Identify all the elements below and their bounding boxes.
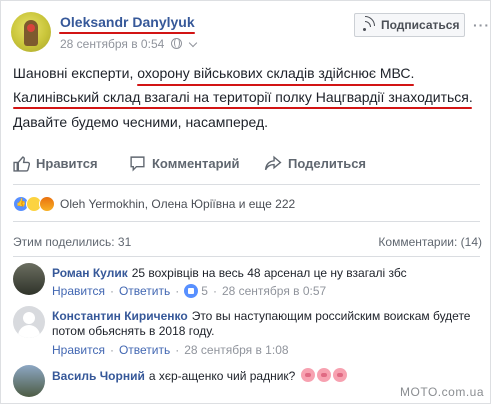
comment-text: Роман Кулик 25 вохрівців на весь 48 арсен…	[52, 266, 407, 280]
author-underline-annotation	[59, 32, 195, 34]
chevron-down-icon[interactable]	[188, 38, 198, 48]
more-options-icon[interactable]: ···	[473, 17, 490, 33]
post-text-line-1: Шановні експерти, охорону військових скл…	[13, 65, 415, 81]
comment-author[interactable]: Константин Кириченко	[52, 309, 188, 323]
comment-text: Василь Чорний а хєр-ащенко чий радник?	[52, 368, 347, 383]
comment-body: а хєр-ащенко чий радник?	[148, 369, 296, 383]
comment-text: Константин Кириченко Это вы наступающим р…	[52, 309, 470, 323]
text-underline-annotation-1	[137, 84, 414, 86]
pig-emoji-icon	[332, 368, 347, 382]
comment-time[interactable]: 28 сентября в 1:08	[184, 343, 288, 357]
reaction-names[interactable]: Oleh Yermokhin, Олена Юріївна и еще 222	[60, 197, 295, 211]
pig-emoji-icon	[316, 368, 331, 382]
comment-icon	[130, 156, 145, 172]
text-underline-annotation-2	[13, 107, 472, 109]
comment-time[interactable]: 28 сентября в 0:57	[222, 284, 326, 298]
author-avatar[interactable]	[11, 12, 51, 52]
comment-meta: Нравится · Ответить · 5 · 28 сентября в 0:5…	[52, 284, 327, 298]
pig-emoji-icon	[300, 368, 315, 382]
rss-icon	[363, 16, 375, 31]
comment-like-count[interactable]: 5	[201, 284, 208, 298]
comment-author[interactable]: Василь Чорний	[52, 369, 145, 383]
divider	[13, 256, 480, 257]
comment-meta: Нравится · Ответить · 28 сентября в 1:08	[52, 343, 289, 357]
subscribe-label: Подписаться	[381, 18, 460, 32]
comment-label: Комментарий	[152, 156, 240, 171]
author-name[interactable]: Oleksandr Danylyuk	[60, 14, 195, 30]
like-count-icon	[184, 284, 199, 298]
post-timestamp[interactable]: 28 сентября в 0:54	[60, 37, 198, 51]
globe-icon	[170, 38, 182, 49]
comment-body: Это вы наступающим российским воискам бу…	[191, 309, 471, 323]
post-text-line-2: Калинівський склад взагалі на території …	[13, 89, 473, 105]
post-card: Oleksandr Danylyuk 28 сентября в 0:54 По…	[0, 0, 491, 404]
divider	[13, 221, 480, 222]
post-text-line-3: Давайте будемо чесними, насамперед.	[13, 114, 269, 130]
shares-count[interactable]: Этим поделились: 31	[13, 235, 131, 249]
avatar[interactable]	[13, 263, 45, 295]
like-button[interactable]: Нравится	[13, 155, 98, 172]
post-time-text[interactable]: 28 сентября в 0:54	[60, 37, 164, 51]
comment-like-link[interactable]: Нравится	[52, 343, 105, 357]
comment-reply-link[interactable]: Ответить	[119, 343, 170, 357]
reactions-summary[interactable]: Oleh Yermokhin, Олена Юріївна и еще 222	[13, 196, 295, 212]
comment-like-link[interactable]: Нравится	[52, 284, 105, 298]
subscribe-button[interactable]: Подписаться	[354, 13, 465, 37]
comment-button[interactable]: Комментарий	[129, 155, 240, 172]
comments-count[interactable]: Комментарии: (14)	[378, 235, 482, 249]
share-label: Поделиться	[288, 156, 367, 171]
comment-author[interactable]: Роман Кулик	[52, 266, 128, 280]
comment-reply-link[interactable]: Ответить	[119, 284, 170, 298]
divider	[13, 184, 480, 185]
angry-reaction-icon	[39, 196, 55, 212]
thumbs-up-icon	[13, 156, 30, 172]
share-button[interactable]: Поделиться	[264, 155, 366, 172]
comment-body: 25 вохрівців на весь 48 арсенал це ну вз…	[131, 266, 407, 280]
post-actions: Нравится Комментарий Поделиться	[1, 149, 491, 181]
like-label: Нравится	[36, 156, 98, 171]
avatar[interactable]	[13, 365, 45, 397]
comment-body-cont: потом обьяснять в 2018 году.	[52, 324, 215, 338]
watermark: MOTO.com.ua	[400, 385, 484, 399]
avatar[interactable]	[13, 306, 45, 338]
share-icon	[264, 155, 282, 171]
